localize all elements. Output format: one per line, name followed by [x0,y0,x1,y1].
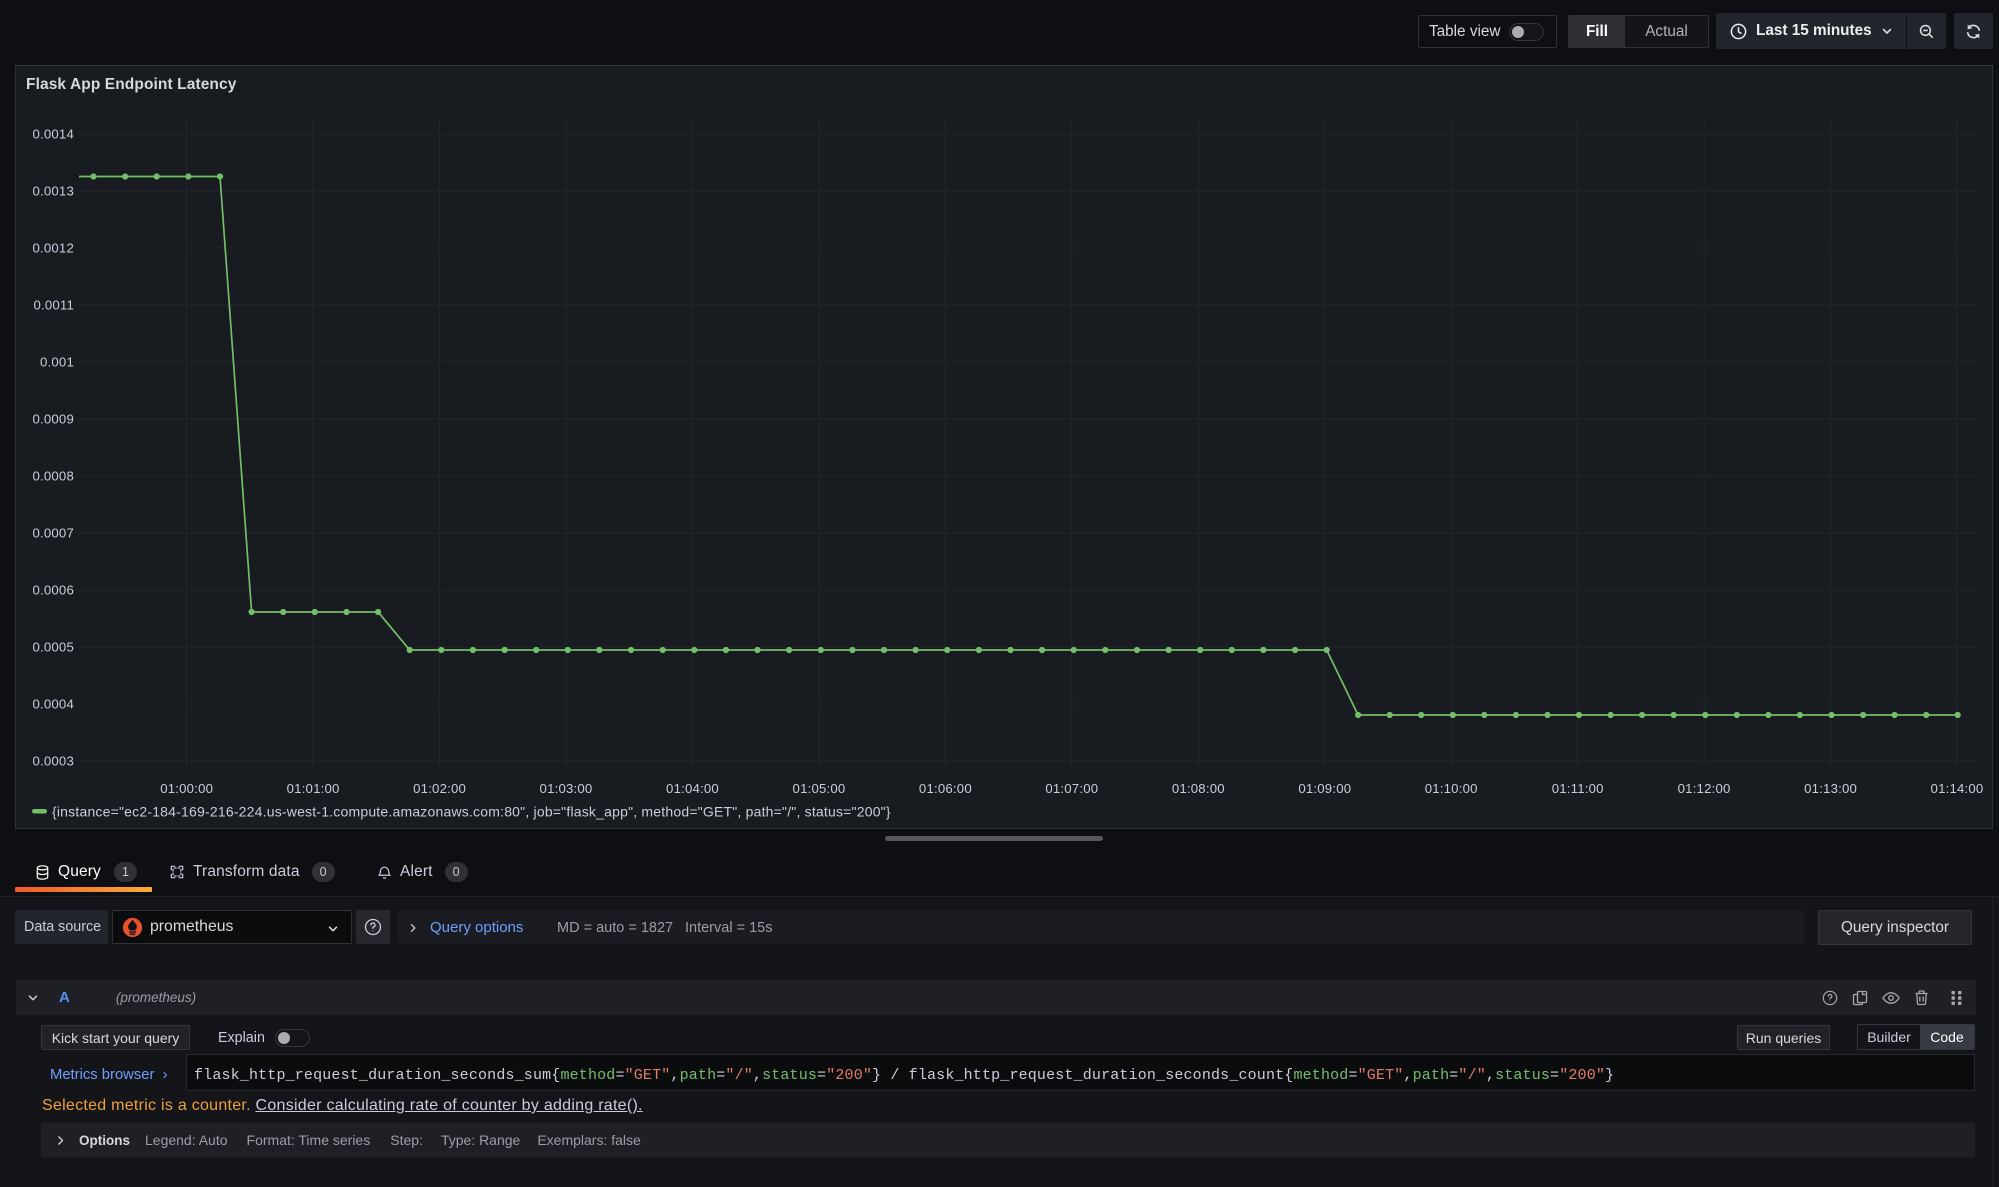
svg-text:0.001: 0.001 [40,355,74,370]
svg-text:{instance="ec2-184-169-216-224: {instance="ec2-184-169-216-224.us-west-1… [52,804,891,820]
svg-text:0.0008: 0.0008 [32,469,74,484]
svg-text:01:12:00: 01:12:00 [1678,781,1731,796]
svg-text:01:00:00: 01:00:00 [160,781,213,796]
svg-text:0.0006: 0.0006 [32,583,74,598]
svg-text:01:10:00: 01:10:00 [1425,781,1478,796]
svg-text:01:05:00: 01:05:00 [793,781,846,796]
svg-text:01:11:00: 01:11:00 [1552,781,1604,796]
svg-text:0.0011: 0.0011 [33,298,74,313]
svg-text:0.0003: 0.0003 [32,754,74,769]
svg-text:0.0005: 0.0005 [32,640,74,655]
svg-text:01:06:00: 01:06:00 [919,781,972,796]
svg-text:01:14:00: 01:14:00 [1931,781,1984,796]
svg-text:0.0007: 0.0007 [32,526,74,541]
svg-text:01:13:00: 01:13:00 [1804,781,1857,796]
svg-text:0.0014: 0.0014 [32,127,74,142]
svg-text:0.0009: 0.0009 [32,412,74,427]
svg-text:01:08:00: 01:08:00 [1172,781,1225,796]
svg-text:0.0013: 0.0013 [32,184,74,199]
svg-text:01:09:00: 01:09:00 [1298,781,1351,796]
svg-text:01:07:00: 01:07:00 [1045,781,1098,796]
svg-text:01:03:00: 01:03:00 [540,781,593,796]
svg-text:0.0012: 0.0012 [32,241,74,256]
svg-text:01:01:00: 01:01:00 [287,781,340,796]
svg-text:01:02:00: 01:02:00 [413,781,466,796]
svg-text:0.0004: 0.0004 [32,697,74,712]
svg-text:01:04:00: 01:04:00 [666,781,719,796]
